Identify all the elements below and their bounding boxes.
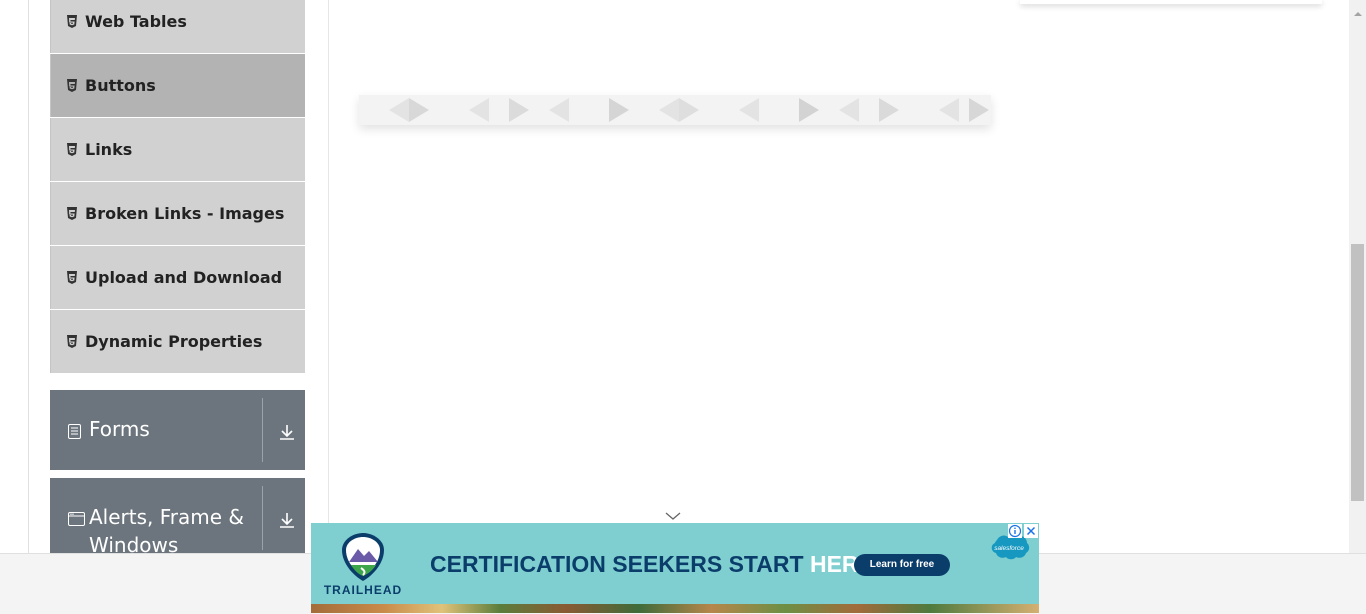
scroll-up-arrow-icon[interactable] bbox=[1353, 5, 1363, 16]
ad-brand: TRAILHEAD bbox=[323, 583, 403, 597]
sidebar-item-buttons[interactable]: Buttons bbox=[50, 54, 305, 117]
sidebar-item-label: Web Tables bbox=[85, 12, 187, 31]
scrollbar-thumb[interactable] bbox=[1351, 244, 1364, 501]
sidebar-item-label: Upload and Download bbox=[85, 268, 283, 287]
html5-icon bbox=[65, 143, 79, 157]
group-divider bbox=[262, 398, 263, 462]
group-divider bbox=[262, 486, 263, 550]
chevron-down-icon[interactable] bbox=[664, 509, 682, 521]
header-card-shadow bbox=[1020, 0, 1322, 4]
sidebar-item-label: Dynamic Properties bbox=[85, 332, 263, 351]
ad-headline: CERTIFICATION SEEKERS START HERE. bbox=[430, 551, 880, 578]
html5-icon bbox=[65, 271, 79, 285]
download-arrow-icon[interactable] bbox=[278, 511, 296, 529]
sidebar-item-label: Buttons bbox=[85, 76, 156, 95]
sidebar-item-upload-download[interactable]: Upload and Download bbox=[50, 246, 305, 309]
trailhead-logo-icon bbox=[339, 532, 387, 582]
ad-banner[interactable]: TRAILHEAD CERTIFICATION SEEKERS START HE… bbox=[311, 523, 1039, 613]
sidebar-item-label: Links bbox=[85, 140, 133, 159]
ad-cta-button[interactable]: Learn for free bbox=[854, 554, 950, 576]
window-icon bbox=[68, 512, 85, 527]
html5-icon bbox=[65, 15, 79, 29]
html5-icon bbox=[65, 207, 79, 221]
html5-icon bbox=[65, 335, 79, 349]
sidebar-item-label: Broken Links - Images bbox=[85, 204, 285, 223]
sidebar-divider bbox=[328, 0, 329, 553]
group-alerts-frame-windows[interactable]: Alerts, Frame & Windows bbox=[50, 478, 305, 553]
ad-partner: salesforce bbox=[994, 545, 1024, 552]
ad-placeholder bbox=[359, 95, 991, 125]
info-icon[interactable] bbox=[1008, 524, 1022, 538]
sidebar-item-web-tables[interactable]: Web Tables bbox=[50, 0, 305, 53]
download-arrow-icon[interactable] bbox=[278, 423, 296, 441]
group-label: Alerts, Frame & Windows bbox=[89, 505, 245, 553]
left-border bbox=[28, 0, 29, 553]
close-icon[interactable] bbox=[1024, 524, 1038, 538]
group-forms[interactable]: Forms bbox=[50, 390, 305, 470]
sidebar-item-broken-links[interactable]: Broken Links - Images bbox=[50, 182, 305, 245]
page-content: Web Tables Buttons Links Broken Links - … bbox=[0, 0, 1349, 553]
html5-icon bbox=[65, 79, 79, 93]
group-label: Forms bbox=[89, 417, 150, 441]
elements-submenu: Web Tables Buttons Links Broken Links - … bbox=[50, 0, 305, 374]
ad-artwork-strip bbox=[311, 604, 1039, 613]
form-icon bbox=[68, 424, 83, 439]
sidebar-item-dynamic-properties[interactable]: Dynamic Properties bbox=[50, 310, 305, 373]
sidebar-item-links[interactable]: Links bbox=[50, 118, 305, 181]
ad-headline-main: CERTIFICATION SEEKERS START bbox=[430, 551, 810, 577]
